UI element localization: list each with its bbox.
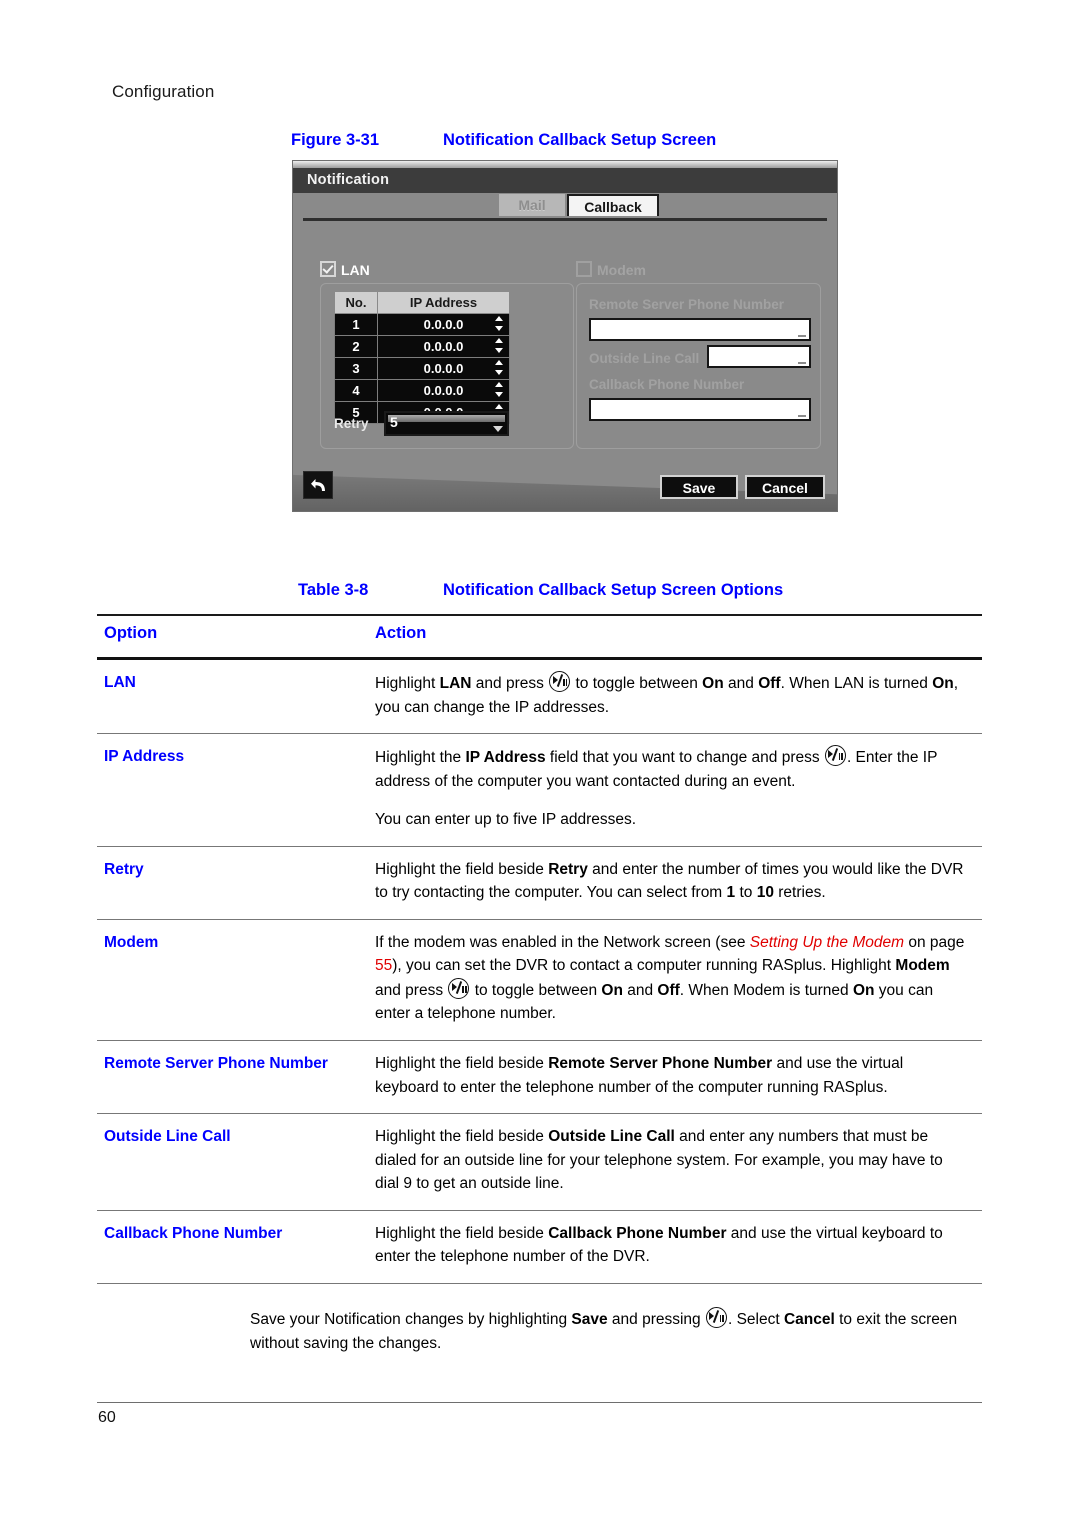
spinner-icon[interactable] — [495, 360, 504, 375]
action-modem: If the modem was enabled in the Network … — [368, 919, 982, 1042]
retry-input[interactable]: 5 — [384, 411, 509, 436]
ip-row-no-1: 1 — [334, 313, 378, 336]
option-retry: Retry — [97, 846, 368, 920]
table-row: 1 0.0.0.0 — [334, 313, 510, 336]
ip-row-value-4[interactable]: 0.0.0.0 — [377, 379, 510, 402]
dvr-window-body: Mail Callback LAN Modem No. IP Address 1… — [293, 193, 837, 511]
figure-number: Figure 3-31 — [291, 131, 380, 149]
remote-server-phone-input[interactable] — [589, 318, 811, 341]
action-remote-server-phone-number: Highlight the field beside Remote Server… — [368, 1040, 982, 1115]
action-retry: Highlight the field beside Retry and ent… — [368, 846, 982, 920]
ip-table-header-no: No. — [334, 291, 378, 314]
lan-checkbox[interactable]: LAN — [320, 261, 370, 278]
action-callback-phone-number: Highlight the field beside Callback Phon… — [368, 1210, 982, 1284]
document-page: Configuration Figure 3-31 Notification Ca… — [0, 0, 1080, 1526]
running-head: Configuration — [112, 82, 215, 101]
dvr-tabstrip: Mail Callback — [303, 193, 827, 221]
dvr-window-title: Notification — [293, 168, 837, 193]
table-row: 4 0.0.0.0 — [334, 379, 510, 402]
options-table-header-row: Option Action — [97, 614, 982, 660]
tab-callback[interactable]: Callback — [567, 194, 659, 216]
ip-row-value-1[interactable]: 0.0.0.0 — [377, 313, 510, 336]
retry-label: Retry — [334, 416, 369, 431]
modem-checkbox-label: Modem — [597, 262, 646, 278]
option-lan: LAN — [97, 658, 368, 735]
save-button[interactable]: Save — [660, 475, 738, 499]
table-title: Notification Callback Setup Screen Optio… — [443, 581, 784, 599]
table-row: 3 0.0.0.0 — [334, 357, 510, 380]
callback-phone-input[interactable] — [589, 398, 811, 421]
toggle-key-icon — [549, 671, 571, 692]
window-bevel — [293, 161, 837, 168]
ip-table-header-row: No. IP Address — [334, 291, 510, 314]
options-table: Option Action LAN Highlight LAN and pres… — [97, 614, 982, 1284]
callback-phone-label: Callback Phone Number — [589, 377, 745, 392]
action-lan: Highlight LAN and press to toggle betwee… — [368, 658, 982, 735]
table-row: Retry Highlight the field beside Retry a… — [97, 846, 982, 920]
action-ip-address-second: You can enter up to five IP addresses. — [375, 811, 637, 829]
ip-row-value-2[interactable]: 0.0.0.0 — [377, 335, 510, 358]
table-row: LAN Highlight LAN and press to toggle be… — [97, 658, 982, 735]
remote-server-phone-label: Remote Server Phone Number — [589, 297, 785, 312]
modem-checkbox[interactable]: Modem — [576, 261, 646, 278]
table-row: IP Address Highlight the IP Address fiel… — [97, 733, 982, 847]
table-row: 2 0.0.0.0 — [334, 335, 510, 358]
spinner-icon[interactable] — [495, 316, 504, 331]
figure-title: Notification Callback Setup Screen — [443, 131, 717, 149]
lan-checkbox-label: LAN — [341, 262, 370, 278]
ip-row-no-4: 4 — [334, 379, 378, 402]
option-ip-address: IP Address — [97, 733, 368, 847]
outside-line-call-input[interactable] — [707, 345, 811, 368]
checkbox-unchecked-icon — [576, 261, 592, 277]
ip-row-value-3[interactable]: 0.0.0.0 — [377, 357, 510, 380]
checkbox-checked-icon — [320, 261, 336, 277]
option-modem: Modem — [97, 919, 368, 1042]
page-number: 60 — [98, 1409, 116, 1426]
ip-row-no-2: 2 — [334, 335, 378, 358]
figure-caption: Figure 3-31 Notification Callback Setup S… — [291, 131, 716, 150]
cancel-button[interactable]: Cancel — [745, 475, 825, 499]
ip-address-table: No. IP Address 1 0.0.0.0 2 0.0.0.0 3 0.0… — [334, 291, 510, 424]
chevron-down-icon[interactable] — [493, 426, 503, 432]
column-header-action: Action — [368, 614, 982, 660]
action-ip-address: Highlight the IP Address field that you … — [368, 733, 982, 847]
retry-field-highlight — [388, 415, 505, 422]
spinner-icon[interactable] — [495, 338, 504, 353]
tab-mail[interactable]: Mail — [499, 194, 565, 216]
action-outside-line-call: Highlight the field beside Outside Line … — [368, 1113, 982, 1211]
table-row: Modem If the modem was enabled in the Ne… — [97, 919, 982, 1042]
outside-line-call-label: Outside Line Call — [589, 351, 700, 366]
ip-table-header-address: IP Address — [377, 291, 510, 314]
footer-rule — [97, 1402, 982, 1403]
back-arrow-icon[interactable] — [303, 471, 333, 499]
dvr-notification-screen: Notification Mail Callback LAN Modem No.… — [292, 160, 838, 512]
ip-row-no-3: 3 — [334, 357, 378, 380]
column-header-option: Option — [97, 614, 368, 660]
toggle-key-icon — [705, 1307, 727, 1328]
option-callback-phone-number: Callback Phone Number — [97, 1210, 368, 1284]
closing-paragraph: Save your Notification changes by highli… — [250, 1307, 983, 1356]
toggle-key-icon — [824, 745, 846, 767]
table-number: Table 3-8 — [298, 581, 369, 599]
cross-reference-page[interactable]: 55 — [375, 957, 392, 974]
table-caption: Table 3-8 Notification Callback Setup Scr… — [298, 581, 783, 600]
spinner-icon[interactable] — [495, 382, 504, 397]
toggle-key-icon — [448, 977, 470, 999]
table-row: Callback Phone Number Highlight the fiel… — [97, 1210, 982, 1284]
table-row: Remote Server Phone Number Highlight the… — [97, 1040, 982, 1115]
cross-reference-link[interactable]: Setting Up the Modem — [750, 934, 904, 951]
option-outside-line-call: Outside Line Call — [97, 1113, 368, 1211]
retry-value: 5 — [390, 414, 398, 430]
table-row: Outside Line Call Highlight the field be… — [97, 1113, 982, 1211]
option-remote-server-phone-number: Remote Server Phone Number — [97, 1040, 368, 1115]
